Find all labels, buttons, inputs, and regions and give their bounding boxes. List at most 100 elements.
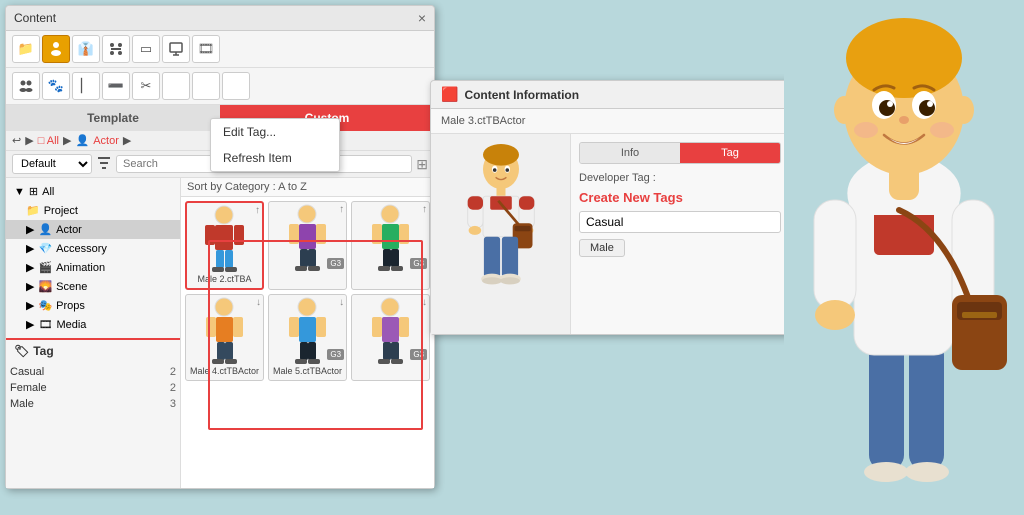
tag-label: Tag <box>33 344 53 358</box>
grid-badge-2: G3 <box>327 258 344 269</box>
tree-item-media[interactable]: ▶ 🎞 Media <box>6 315 180 334</box>
grid-item-male2[interactable]: ↑ Male 2.ctTBA <box>185 201 264 290</box>
grid-badge-6: G3 <box>410 349 427 360</box>
content-panel: Content × 📁 👔 ▭ 🎞 <box>5 5 435 489</box>
tree-item-animation[interactable]: ▶ 🎬 Animation <box>6 258 180 277</box>
empty3-icon <box>222 72 250 100</box>
info-subject: Male 3.ctTBActor <box>431 109 789 134</box>
tree-label-actor: Actor <box>56 224 82 236</box>
empty2-icon <box>192 72 220 100</box>
reel-icon[interactable]: 🎞 <box>192 35 220 63</box>
grid-item-img-male4 <box>195 299 255 364</box>
info-panel-header: 🟥 Content Information <box>431 81 789 109</box>
tree-expand-actor: ▶ <box>26 223 34 236</box>
tree-expand-accessory: ▶ <box>26 242 34 255</box>
tag-casual-item[interactable]: Casual 2 <box>6 364 180 380</box>
grid-item-img-male2 <box>195 207 255 272</box>
content-panel-title: Content <box>14 11 56 25</box>
filter-select[interactable]: Default <box>12 154 92 174</box>
tree-icon-scene: 🌄 <box>38 280 52 293</box>
content-panel-header: Content × <box>6 6 434 31</box>
breadcrumb-sep1: ▶ <box>25 134 33 147</box>
tree-label-props: Props <box>56 300 85 312</box>
bar-icon[interactable]: ▏ <box>72 72 100 100</box>
tree-label-project: Project <box>44 205 78 217</box>
tag-casual-label: Casual <box>10 366 44 378</box>
toolbar-row-1: 📁 👔 ▭ 🎞 <box>6 31 434 68</box>
grid-item-2[interactable]: ↑ G3 <box>268 201 347 290</box>
grid-item-6[interactable]: ↓ G3 <box>351 294 430 381</box>
tree-item-props[interactable]: ▶ 🎭 Props <box>6 296 180 315</box>
animal-icon[interactable]: 🐾 <box>42 72 70 100</box>
tag-input[interactable] <box>579 211 781 233</box>
tie-icon[interactable]: 👔 <box>72 35 100 63</box>
tree-item-project[interactable]: 📁 Project <box>6 201 180 220</box>
tree-label-accessory: Accessory <box>56 243 107 255</box>
filter-icon <box>96 155 112 174</box>
tab-template[interactable]: Template <box>6 105 220 131</box>
tag-female-label: Female <box>10 382 47 394</box>
grid-item-label-male5: Male 5.ctTBActor <box>273 366 342 376</box>
grid-item-male4[interactable]: ↓ Male 4.ctTBActor <box>185 294 264 381</box>
tree-item-all[interactable]: ▼ ⊞ All <box>6 182 180 201</box>
main-content: ▼ ⊞ All 📁 Project ▶ 👤 Actor ▶ 💎 Accessor… <box>6 178 434 488</box>
developer-tag-label: Developer Tag : <box>579 172 781 184</box>
tree-icon-props: 🎭 <box>38 299 52 312</box>
preview-figure: Info Tag Developer Tag : Create New Tags… <box>431 134 789 334</box>
tree-expand-scene: ▶ <box>26 280 34 293</box>
tag-female-count: 2 <box>170 382 176 394</box>
up-arrow-icon-3: ↑ <box>422 204 427 215</box>
up-arrow-icon-2: ↑ <box>339 204 344 215</box>
tree-icon-media: 🎞 <box>38 318 52 331</box>
down-arrow-icon-5: ↓ <box>339 297 344 308</box>
tag-male-count: 3 <box>170 398 176 410</box>
tag-female-item[interactable]: Female 2 <box>6 380 180 396</box>
tree-expand-animation: ▶ <box>26 261 34 274</box>
tag-header: 🏷 Tag <box>6 340 180 362</box>
breadcrumb-sep3: ▶ <box>123 134 131 147</box>
context-menu-edit-tag[interactable]: Edit Tag... <box>211 119 339 145</box>
tree-label-media: Media <box>56 319 86 331</box>
actor-icon[interactable] <box>42 35 70 63</box>
tree-item-actor[interactable]: ▶ 👤 Actor <box>6 220 180 239</box>
minus-icon[interactable]: ➖ <box>102 72 130 100</box>
tree-item-scene[interactable]: ▶ 🌄 Scene <box>6 277 180 296</box>
info-panel: 🟥 Content Information Male 3.ctTBActor <box>430 80 790 335</box>
bone-icon[interactable] <box>102 35 130 63</box>
info-panel-icon: 🟥 <box>441 86 458 103</box>
toolbar-row-2: 🐾 ▏ ➖ ✂ <box>6 68 434 105</box>
breadcrumb-actor[interactable]: Actor <box>93 135 119 147</box>
tree-expand-media: ▶ <box>26 318 34 331</box>
grid-item-male5[interactable]: ↓ G3 Male 5. <box>268 294 347 381</box>
sort-bar: Sort by Category : A to Z <box>181 178 434 197</box>
close-button[interactable]: × <box>418 10 426 26</box>
monitor-icon[interactable] <box>162 35 190 63</box>
tag-section: 🏷 Tag Casual 2 Female 2 Male 3 <box>6 338 180 412</box>
group-icon[interactable] <box>12 72 40 100</box>
tag-male-item[interactable]: Male 3 <box>6 396 180 412</box>
tree-item-accessory[interactable]: ▶ 💎 Accessory <box>6 239 180 258</box>
tree-icon-all: ⊞ <box>29 185 38 198</box>
cartoon-character <box>784 0 1024 512</box>
tab-info[interactable]: Info <box>580 143 680 163</box>
filter-options-icon[interactable]: ⊞ <box>416 156 428 173</box>
grid-items: ↑ Male 2.ctTBA <box>181 197 434 385</box>
breadcrumb-actor-icon: 👤 <box>75 134 89 147</box>
context-menu-refresh[interactable]: Refresh Item <box>211 145 339 171</box>
tree-label-animation: Animation <box>56 262 105 274</box>
tree-expand-props: ▶ <box>26 299 34 312</box>
tag-chip-male[interactable]: Male <box>579 239 625 257</box>
breadcrumb-sep2: ▶ <box>63 134 71 147</box>
tree-icon-animation: 🎬 <box>38 261 52 274</box>
scissors-icon[interactable]: ✂ <box>132 72 160 100</box>
tree-icon-project: 📁 <box>26 204 40 217</box>
tab-tag[interactable]: Tag <box>680 143 780 163</box>
info-tabs-area: Info Tag Developer Tag : Create New Tags… <box>571 134 789 334</box>
shape-icon[interactable]: ▭ <box>132 35 160 63</box>
folder-icon[interactable]: 📁 <box>12 35 40 63</box>
back-icon[interactable]: ↩ <box>12 134 21 147</box>
tree-label-all: All <box>42 186 54 198</box>
breadcrumb-all[interactable]: □ All <box>38 135 59 147</box>
grid-item-3[interactable]: ↑ G3 <box>351 201 430 290</box>
tree-label-scene: Scene <box>56 281 87 293</box>
